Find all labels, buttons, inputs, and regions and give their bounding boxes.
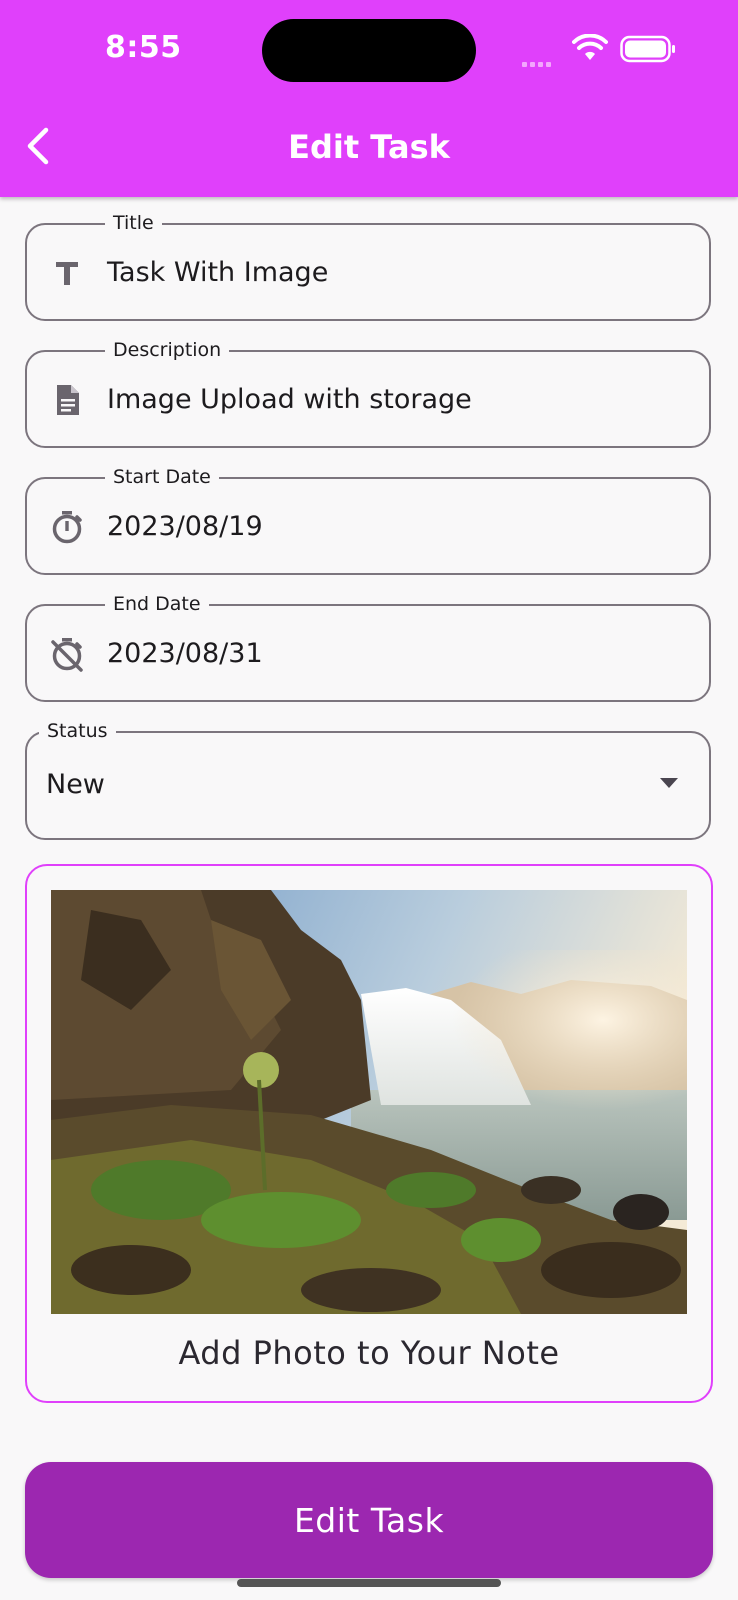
timer-off-icon <box>51 638 83 672</box>
end-date-field[interactable]: End Date 2023/08/31 <box>25 592 711 702</box>
add-photo-caption: Add Photo to Your Note <box>178 1334 560 1372</box>
cellular-signal-icon <box>522 52 554 71</box>
edit-task-button[interactable]: Edit Task <box>25 1462 713 1578</box>
description-input[interactable]: Image Upload with storage <box>107 383 472 417</box>
title-field[interactable]: Title Task With Image <box>25 211 711 321</box>
title-input[interactable]: Task With Image <box>107 256 328 290</box>
status-dropdown[interactable]: Status New <box>25 719 711 840</box>
arrow-drop-down-icon <box>660 778 678 788</box>
add-photo-card[interactable]: Add Photo to Your Note <box>25 864 713 1403</box>
end-date-field-label: End Date <box>105 592 209 616</box>
description-field[interactable]: Description Image Upload with storage <box>25 338 711 448</box>
start-date-input[interactable]: 2023/08/19 <box>107 510 263 544</box>
description-field-label: Description <box>105 338 230 362</box>
title-field-label: Title <box>105 211 162 235</box>
page-title: Edit Task <box>288 128 450 166</box>
status-selected-value: New <box>46 769 105 800</box>
app-bar: 8:55 Edit Task <box>0 0 738 197</box>
text-t-icon <box>56 262 78 285</box>
battery-icon <box>620 35 675 63</box>
dynamic-island <box>262 19 476 82</box>
status-field-label: Status <box>39 719 116 743</box>
home-indicator <box>237 1579 501 1587</box>
start-date-field-label: Start Date <box>105 465 219 489</box>
timer-icon <box>52 511 82 544</box>
wifi-icon <box>572 34 608 60</box>
start-date-field[interactable]: Start Date 2023/08/19 <box>25 465 711 575</box>
waterfall-photo <box>51 890 687 1314</box>
document-icon <box>57 385 79 415</box>
end-date-input[interactable]: 2023/08/31 <box>107 637 263 671</box>
status-time: 8:55 <box>105 30 182 65</box>
